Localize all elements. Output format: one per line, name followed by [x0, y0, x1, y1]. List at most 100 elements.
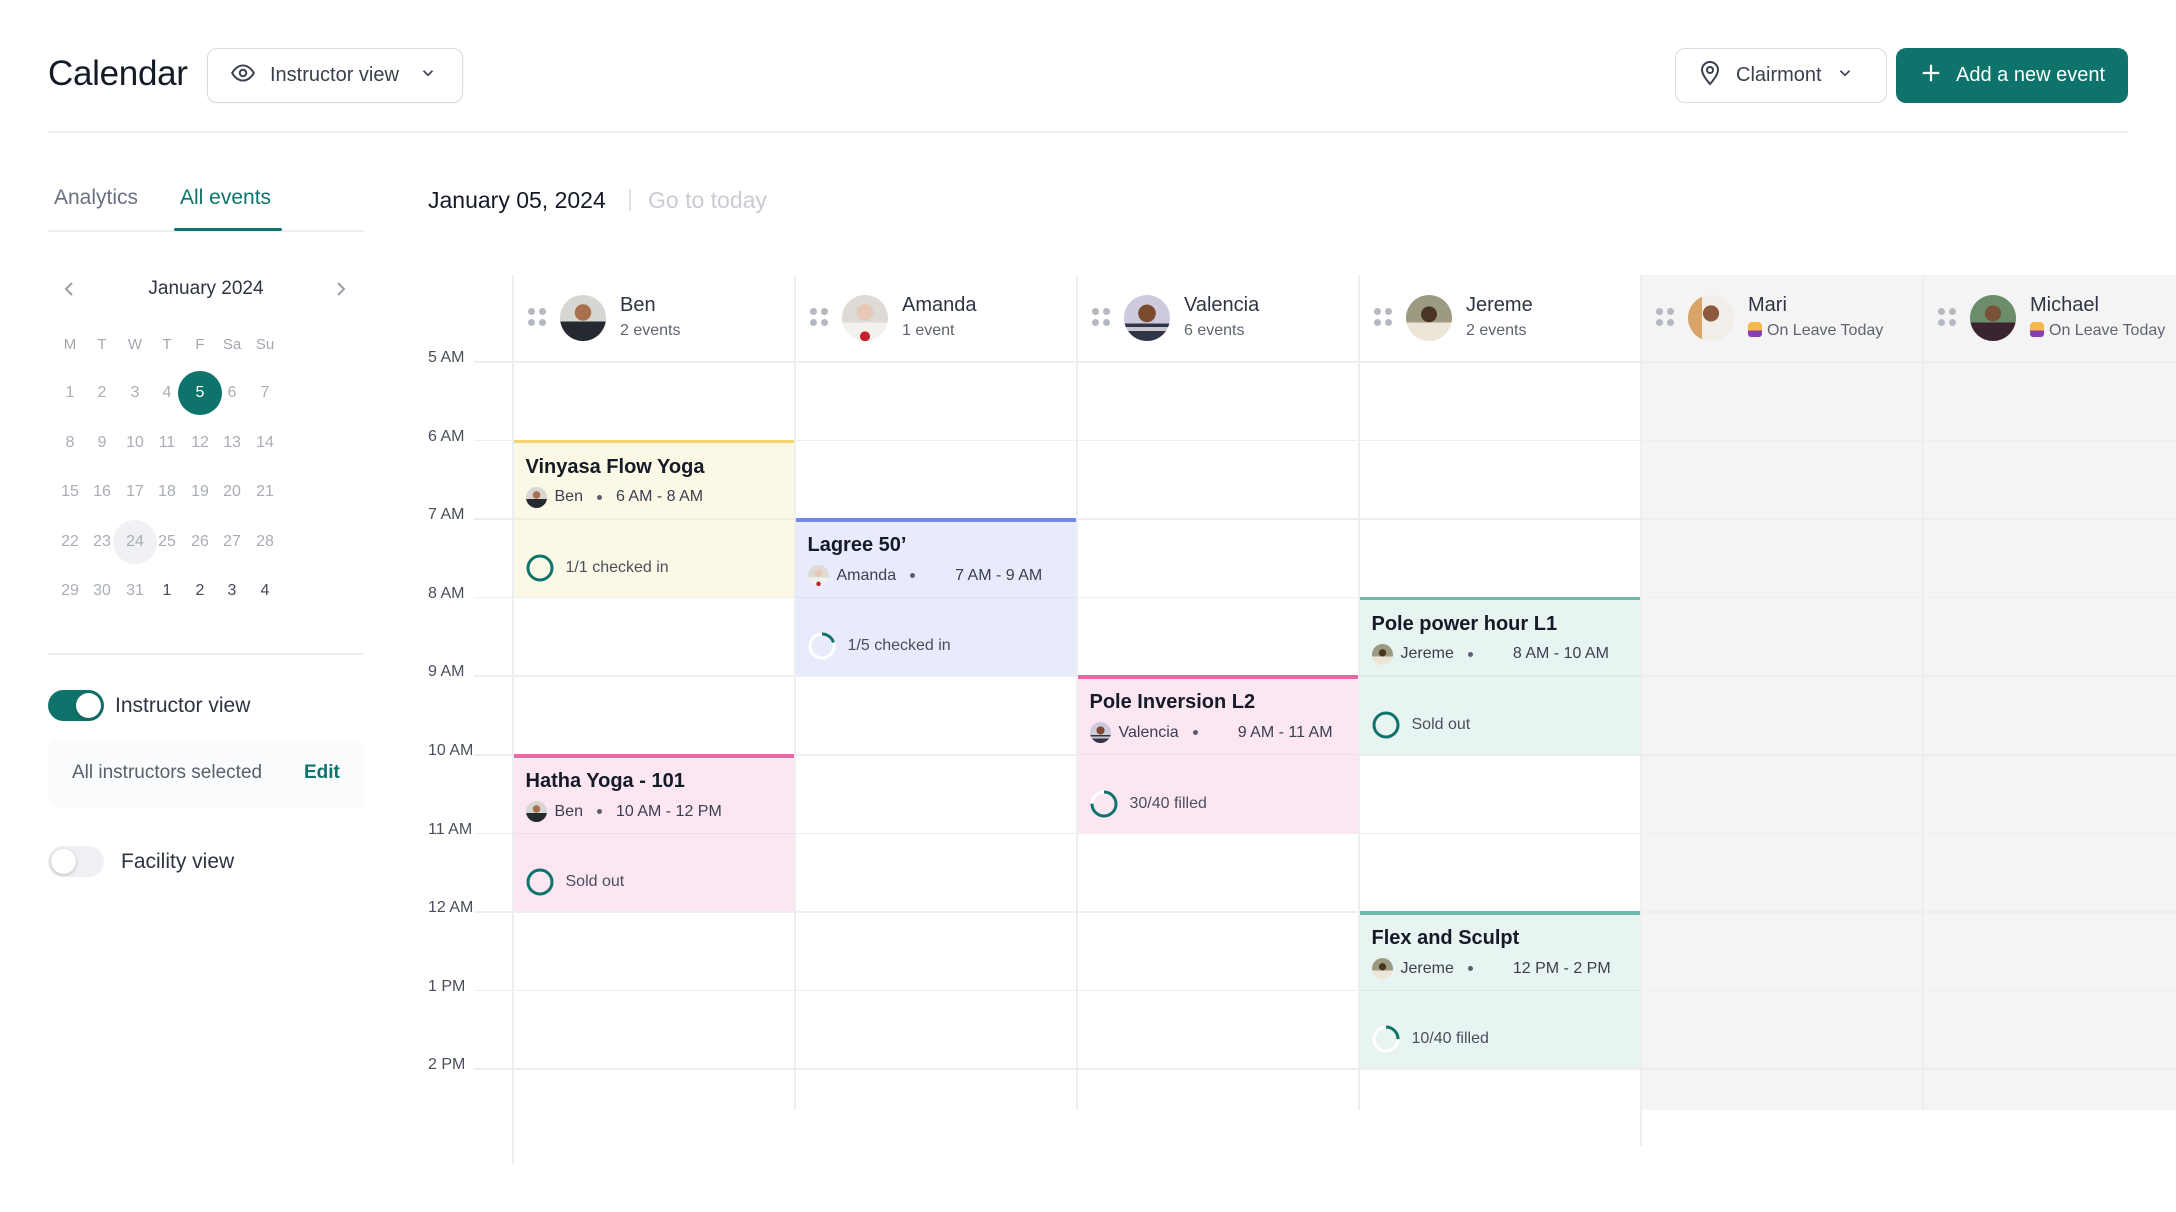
- instructor-name: Jereme: [1466, 294, 1533, 316]
- progress-ring-icon: [526, 554, 553, 582]
- event-meta: Valencia 9 AM - 11 AM: [1089, 722, 1333, 744]
- event-title: Lagree 50’: [807, 534, 907, 557]
- hour-gridline: [474, 911, 2176, 913]
- next-month-button[interactable]: [334, 278, 348, 306]
- location-label: Clairmont: [1736, 64, 1822, 86]
- tab-analytics[interactable]: Analytics: [54, 186, 138, 210]
- drag-handle-icon[interactable]: [1938, 308, 1956, 328]
- progress-ring-icon: [1372, 1025, 1399, 1053]
- on-leave-status: On Leave Today: [1748, 322, 1883, 340]
- drag-handle-icon[interactable]: [1656, 308, 1674, 328]
- hour-gridline: [474, 596, 2176, 599]
- location-dropdown[interactable]: Clairmont: [1675, 48, 1887, 103]
- tab-all-events[interactable]: All events: [180, 186, 271, 210]
- instructor-avatar: [1089, 722, 1111, 744]
- calendar-day[interactable]: 7: [243, 371, 287, 415]
- time-label: 5 AM: [428, 349, 465, 366]
- calendar-day[interactable]: 28: [243, 520, 287, 564]
- event-time: 7 AM - 9 AM: [955, 566, 1043, 584]
- go-to-today-link[interactable]: Go to today: [648, 187, 767, 214]
- instructor-name: Valencia: [1184, 294, 1260, 316]
- event-time: 6 AM - 8 AM: [615, 488, 704, 506]
- instructor-view-label: Instructor view: [115, 694, 251, 717]
- instructors-selection-box: All instructors selected Edit: [48, 740, 364, 808]
- event-card[interactable]: Pole Inversion L2 Valencia 9 AM - 11 AM 30/…: [1077, 675, 1358, 833]
- event-status-text: 30/40 filled: [1129, 794, 1207, 812]
- view-mode-dropdown[interactable]: Instructor view: [207, 48, 463, 103]
- column-divider: [1922, 275, 1924, 1111]
- event-card[interactable]: Lagree 50’ Amanda 7 AM - 9 AM 1/5 checked i…: [795, 518, 1076, 676]
- event-accent-bar: [513, 754, 794, 758]
- time-label: 2 PM: [428, 1056, 466, 1074]
- event-status-text: 1/1 checked in: [565, 558, 669, 576]
- instructor-name: Ben: [620, 294, 656, 316]
- column-divider: [1640, 275, 1642, 1147]
- avatar: [842, 295, 888, 341]
- instructor-avatar: [1371, 958, 1393, 980]
- instructor-column-header[interactable]: Amanda 1 event: [794, 275, 1076, 361]
- time-label: 9 AM: [428, 663, 465, 681]
- header-divider: [48, 131, 2128, 133]
- separator-dot: [1467, 651, 1473, 657]
- instructors-selection-text: All instructors selected: [72, 762, 263, 783]
- plus-icon: [1920, 62, 1942, 89]
- avatar: [1688, 295, 1734, 341]
- instructor-column-header[interactable]: Ben 2 events: [512, 275, 794, 361]
- event-count: 1 event: [902, 322, 955, 339]
- instructor-view-toggle[interactable]: [48, 690, 104, 721]
- raising-hand-emoji-icon: [1748, 322, 1762, 337]
- event-count: 2 events: [620, 322, 681, 339]
- on-leave-text: On Leave Today: [2049, 322, 2166, 339]
- drag-handle-icon[interactable]: [810, 308, 828, 328]
- event-count: 6 events: [1184, 322, 1245, 339]
- event-status-text: Sold out: [1411, 715, 1471, 733]
- event-status: 1/5 checked in: [807, 631, 951, 661]
- progress-ring-icon: [526, 868, 553, 896]
- progress-ring-icon: [808, 632, 835, 660]
- drag-handle-icon[interactable]: [528, 308, 546, 328]
- facility-view-toggle[interactable]: [48, 846, 104, 877]
- avatar: [1406, 295, 1452, 341]
- event-meta: Ben 10 AM - 12 PM: [525, 801, 722, 822]
- instructor-column-header[interactable]: Mari On Leave Today: [1640, 275, 1922, 361]
- sidebar-tabs: Analytics All events: [48, 182, 364, 234]
- event-time: 10 AM - 12 PM: [615, 802, 722, 820]
- event-accent-bar: [1359, 596, 1640, 601]
- facility-view-label: Facility view: [121, 850, 235, 873]
- mini-calendar-month: January 2024: [148, 278, 264, 299]
- instructor-avatar: [525, 486, 547, 508]
- instructor-avatar: [807, 565, 829, 587]
- hour-gridline: [513, 518, 794, 520]
- time-label: 6 AM: [428, 427, 465, 445]
- event-accent-bar: [1359, 911, 1640, 915]
- drag-handle-icon[interactable]: [1092, 308, 1110, 328]
- edit-instructors-link[interactable]: Edit: [304, 762, 340, 784]
- drag-handle-icon[interactable]: [1374, 308, 1392, 328]
- instructor-column-header[interactable]: Jereme 2 events: [1358, 275, 1640, 361]
- instructor-column-header[interactable]: Valencia 6 events: [1076, 275, 1358, 361]
- event-meta: Amanda 7 AM - 9 AM: [807, 565, 1043, 587]
- calendar-day[interactable]: 21: [243, 470, 287, 514]
- event-instructor: Ben: [554, 802, 583, 820]
- page-title: Calendar: [48, 54, 188, 93]
- hour-gridline: [474, 361, 2176, 363]
- map-pin-icon: [1698, 60, 1722, 91]
- event-status: 30/40 filled: [1089, 789, 1207, 819]
- column-divider: [512, 275, 514, 1165]
- add-new-event-button[interactable]: Add a new event: [1896, 48, 2128, 103]
- hour-gridline: [513, 832, 794, 835]
- event-accent-bar: [795, 518, 1076, 522]
- calendar-day[interactable]: 14: [243, 421, 287, 465]
- event-instructor: Jereme: [1400, 959, 1454, 977]
- event-card[interactable]: Hatha Yoga - 101 Ben 10 AM - 12 PM Sold out: [513, 754, 794, 912]
- event-instructor: Ben: [554, 488, 583, 506]
- instructor-column-header[interactable]: Michael On Leave Today: [1922, 275, 2176, 361]
- calendar-day[interactable]: 4: [243, 569, 287, 613]
- event-card[interactable]: Flex and Sculpt Jereme 12 PM - 2 PM 10/40 f…: [1359, 911, 1640, 1069]
- current-date: January 05, 2024: [428, 187, 606, 213]
- avatar: [1124, 295, 1170, 341]
- event-card[interactable]: Vinyasa Flow Yoga Ben 6 AM - 8 AM 1/1 check…: [513, 439, 794, 597]
- event-card[interactable]: Pole power hour L1 Jereme 8 AM - 10 AM Sold…: [1359, 596, 1640, 754]
- event-instructor: Amanda: [836, 566, 897, 584]
- separator-dot: [910, 573, 916, 579]
